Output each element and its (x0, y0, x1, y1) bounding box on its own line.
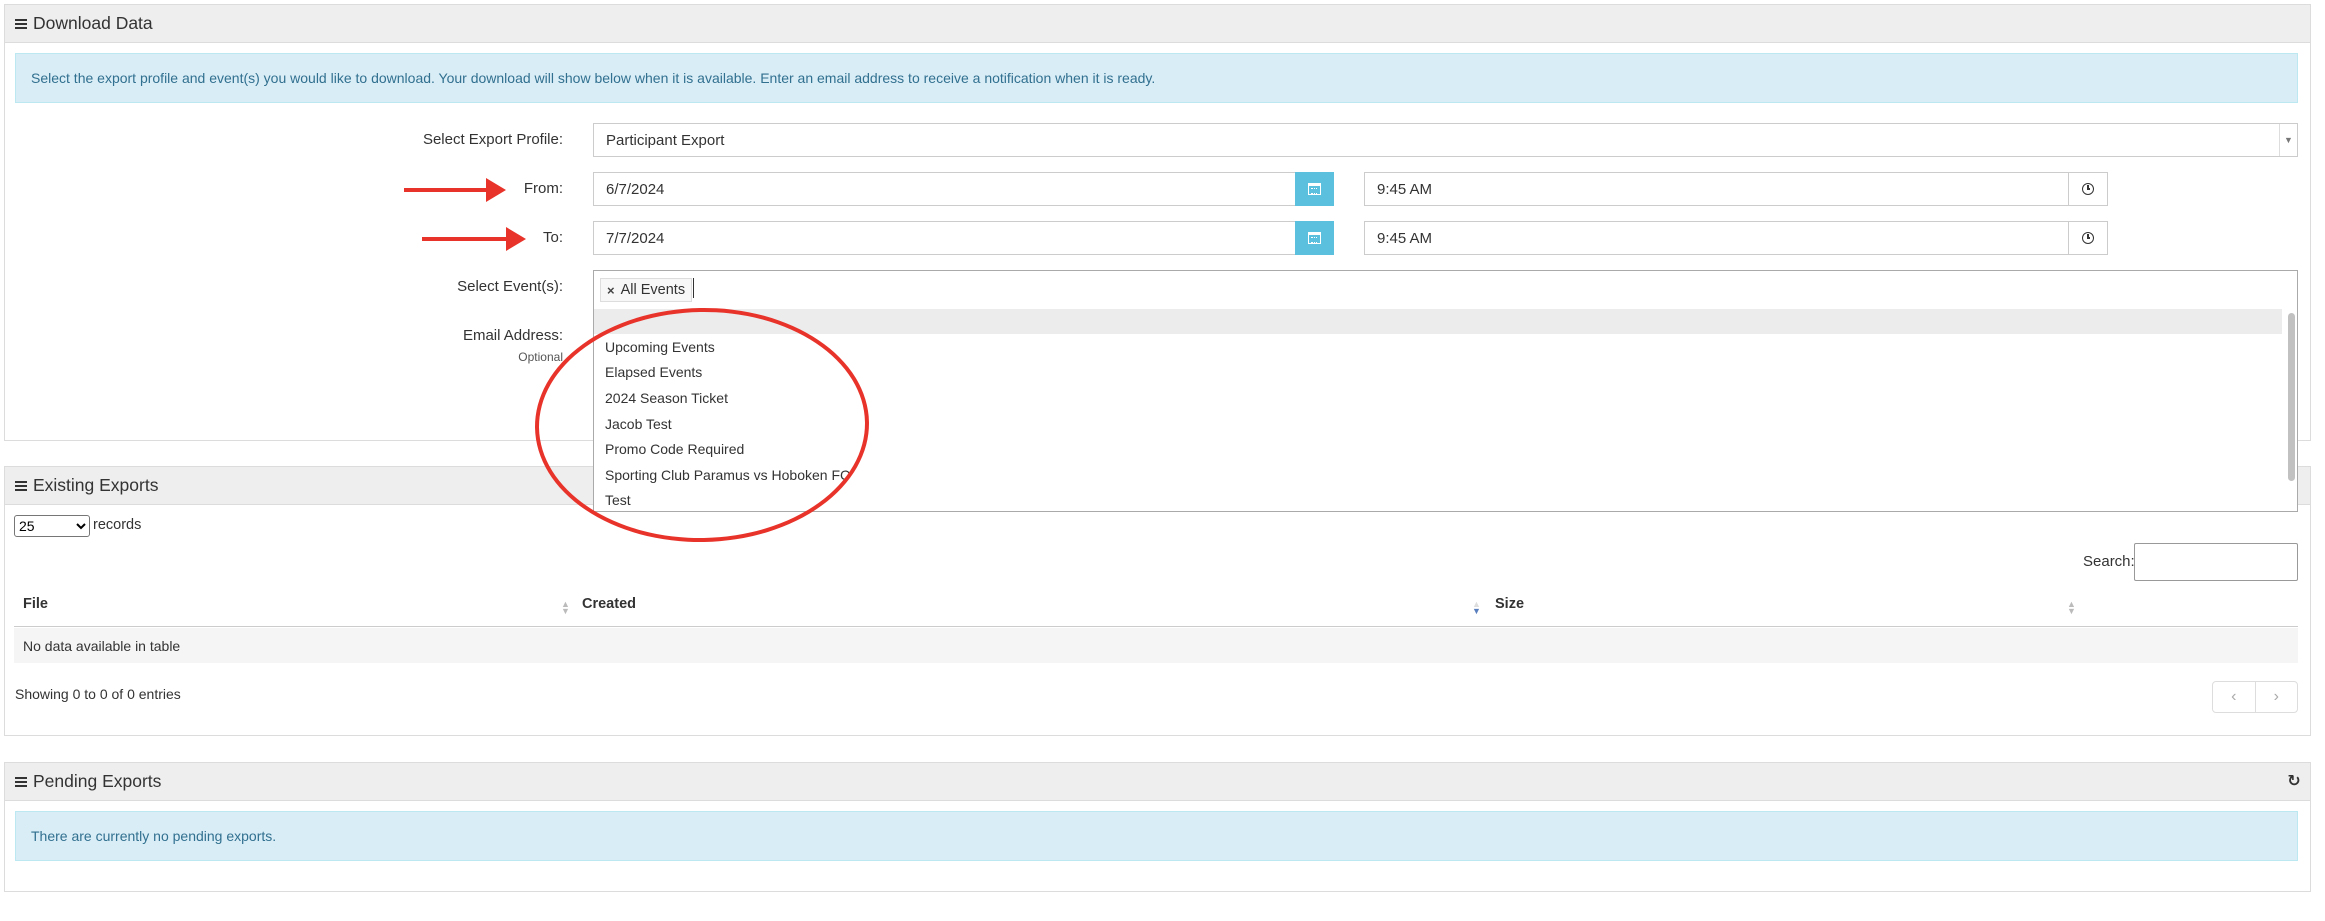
events-label: Select Event(s): (457, 278, 563, 295)
existing-exports-title: Existing Exports (33, 475, 159, 495)
table-empty-row: No data available in table (14, 628, 2298, 663)
table-header-divider (14, 626, 2298, 627)
tag-remove-button[interactable]: × (607, 283, 615, 298)
table-empty-message: No data available in table (23, 637, 181, 654)
export-profile-select[interactable]: Participant Export ▼ (593, 123, 2298, 157)
to-date-value: 7/7/2024 (606, 229, 665, 247)
email-label: Email Address: (462, 327, 563, 344)
download-info-text: Select the export profile and event(s) y… (31, 70, 1156, 86)
column-header-size[interactable]: Size (1495, 596, 1524, 612)
download-data-header: Download Data (5, 5, 2310, 43)
table-summary: Showing 0 to 0 of 0 entries (15, 686, 181, 702)
to-time-input[interactable]: 9:45 AM (1364, 221, 2069, 255)
refresh-icon[interactable]: ↻ (2285, 772, 2303, 790)
menu-icon (15, 17, 27, 31)
to-date-input[interactable]: 7/7/2024 (593, 221, 1296, 255)
dropdown-scrollbar[interactable] (2288, 313, 2295, 481)
from-time-button[interactable] (2069, 172, 2108, 206)
from-calendar-button[interactable] (1295, 172, 1334, 206)
from-time-value: 9:45 AM (1377, 180, 1433, 198)
to-time-value: 9:45 AM (1377, 229, 1433, 247)
event-option[interactable]: Upcoming Events (594, 334, 2282, 360)
event-option[interactable] (594, 309, 2282, 334)
download-info-alert: Select the export profile and event(s) y… (15, 53, 2298, 103)
records-label: records (93, 517, 142, 533)
to-label: To: (542, 229, 563, 246)
text-cursor (693, 278, 694, 298)
clock-icon (2082, 183, 2094, 195)
search-label: Search: (2083, 553, 2135, 570)
to-calendar-button[interactable] (1295, 221, 1334, 255)
from-label: From: (523, 180, 563, 197)
sort-desc-icon[interactable]: ▲ ▼ (1472, 600, 1481, 616)
menu-icon (15, 479, 27, 493)
clock-icon (2082, 232, 2094, 244)
sort-both-icon[interactable]: ▲ ▼ (561, 600, 570, 616)
pending-exports-title: Pending Exports (33, 771, 162, 791)
from-date-input[interactable]: 6/7/2024 (593, 172, 1296, 206)
pending-exports-header: Pending Exports (5, 763, 2310, 801)
pending-info-text: There are currently no pending exports. (31, 828, 277, 844)
prev-page-button[interactable]: ‹ (2213, 682, 2256, 712)
download-data-title: Download Data (33, 13, 153, 33)
selected-event-tag: × All Events (600, 278, 693, 302)
event-option[interactable]: Test (594, 488, 2282, 514)
profile-label: Select Export Profile: (422, 131, 563, 148)
email-optional-hint: Optional (518, 350, 563, 364)
export-profile-value: Participant Export (606, 131, 725, 149)
chevron-down-icon: ▼ (2279, 124, 2297, 156)
pagination: ‹ › (2212, 681, 2298, 713)
menu-icon (15, 775, 27, 789)
selected-event-label: All Events (620, 282, 686, 298)
to-time-button[interactable] (2069, 221, 2108, 255)
pending-info-alert: There are currently no pending exports. (15, 811, 2298, 861)
sort-both-icon[interactable]: ▲ ▼ (2067, 600, 2076, 616)
search-input[interactable] (2134, 543, 2298, 581)
next-page-button[interactable]: › (2256, 682, 2298, 712)
from-time-input[interactable]: 9:45 AM (1364, 172, 2069, 206)
calendar-icon (1308, 183, 1321, 195)
page-size-select[interactable]: 10 25 50 100 (14, 515, 90, 537)
column-header-file[interactable]: File (23, 596, 48, 612)
column-header-created[interactable]: Created (582, 596, 636, 612)
from-date-value: 6/7/2024 (606, 180, 665, 198)
calendar-icon (1308, 232, 1321, 244)
